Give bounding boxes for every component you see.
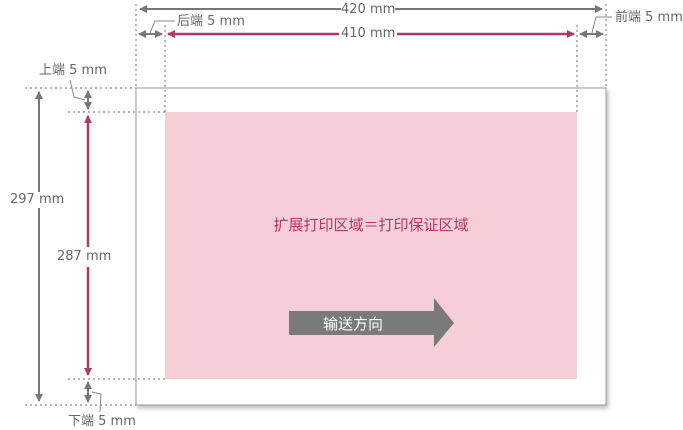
print-area [165,112,577,379]
feed-direction-label: 输送方向 [322,315,383,333]
width-print-label: 410 mm [339,26,398,42]
bottom-margin-leader [91,391,102,413]
back-margin-leader [149,20,175,34]
height-print-label: 287 mm [57,247,112,267]
bottom-margin-label: 下端 5 mm [68,414,136,429]
front-margin-leader [591,16,612,34]
height-total-label: 297 mm [10,192,65,208]
top-margin-label: 上端 5 mm [39,63,107,78]
top-margin-leader [69,79,86,101]
print-area-label: 扩展打印区域＝打印保证区域 [273,216,469,234]
back-margin-label: 后端 5 mm [177,14,245,30]
print-area-diagram: 420 mm 410 mm 后端 5 mm 前端 5 mm 297 mm 287… [0,0,683,430]
width-total-label: 420 mm [341,2,396,18]
front-margin-label: 前端 5 mm [615,10,683,26]
